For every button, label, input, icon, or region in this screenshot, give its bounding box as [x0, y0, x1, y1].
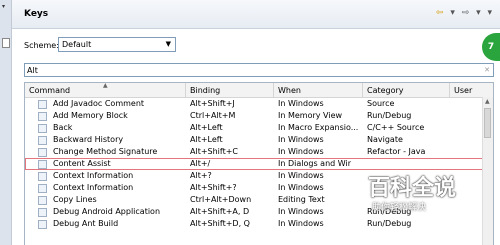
- column-header-binding[interactable]: Binding: [190, 86, 220, 95]
- table-row[interactable]: Change Method Signature Alt+Shift+C In Win…: [25, 146, 485, 158]
- cell-when: In Windows: [278, 171, 324, 180]
- command-icon: [38, 112, 47, 121]
- cell-command: Change Method Signature: [53, 147, 158, 156]
- left-panel-strip: ▾: [0, 0, 12, 245]
- cell-binding: Alt+Shift+?: [190, 183, 237, 192]
- scrollbar-thumb[interactable]: [484, 108, 491, 138]
- cell-when: In Dialogs and Wir: [278, 159, 352, 168]
- cell-binding: Alt+Shift+C: [190, 147, 239, 156]
- column-header-user[interactable]: User: [454, 86, 472, 95]
- cell-category: Source: [367, 99, 395, 108]
- filter-input[interactable]: Alt ✕: [24, 63, 494, 77]
- cell-category: Run/Debug: [367, 219, 412, 228]
- cell-when: In Windows: [278, 147, 324, 156]
- collapse-arrow-icon[interactable]: ▾: [2, 3, 5, 10]
- command-icon: [38, 136, 47, 145]
- cell-command: Context Information: [53, 183, 134, 192]
- cell-when: In Windows: [278, 135, 324, 144]
- cell-command: Debug Ant Build: [53, 219, 119, 228]
- table-header: ▲ Command Binding When Category User: [25, 82, 493, 98]
- table-row[interactable]: Back Alt+Left In Macro Expansio... C/C++ So…: [25, 122, 485, 134]
- cell-command: Backward History: [53, 135, 124, 144]
- cell-when: In Windows: [278, 219, 324, 228]
- cell-category: Refactor - Java: [367, 147, 426, 156]
- cell-when: In Memory View: [278, 111, 343, 120]
- cell-binding: Alt+Shift+J: [190, 99, 235, 108]
- watermark-logo-text: 百科全说: [368, 176, 457, 201]
- command-icon: [38, 220, 47, 229]
- watermark-subtitle: 助你轻松解决: [372, 203, 427, 213]
- command-icon: [38, 208, 47, 217]
- cell-when: Editing Text: [278, 195, 325, 204]
- table-row[interactable]: Content Assist Alt+/ In Dialogs and Wir: [25, 158, 485, 170]
- cell-category: Navigate: [367, 135, 403, 144]
- table-row[interactable]: Debug Ant Build Alt+Shift+D, Q In Windows R…: [25, 218, 485, 230]
- command-icon: [38, 196, 47, 205]
- page-title: Keys: [24, 9, 49, 19]
- sort-indicator-icon: ▲: [103, 82, 108, 89]
- column-header-category[interactable]: Category: [367, 86, 404, 95]
- cell-binding: Alt+Left: [190, 135, 223, 144]
- watermark: 百科全说 助你轻松解决: [360, 170, 500, 215]
- table-row[interactable]: Add Javadoc Comment Alt+Shift+J In Windows…: [25, 98, 485, 110]
- filter-text: Alt: [27, 66, 38, 75]
- command-icon: [38, 172, 47, 181]
- command-icon: [38, 124, 47, 133]
- scheme-label: Scheme:: [24, 41, 59, 50]
- cell-category: C/C++ Source: [367, 123, 425, 132]
- command-icon: [38, 160, 47, 169]
- nav-dropdown-icons[interactable]: ▾ ⇨ ▾ ▾: [450, 8, 494, 18]
- cell-command: Debug Android Application: [53, 207, 161, 216]
- cell-binding: Alt+Shift+A, D: [190, 207, 250, 216]
- cell-category: Run/Debug: [367, 111, 412, 120]
- preferences-header: Keys ⇦ ▾ ⇨ ▾ ▾: [12, 0, 500, 29]
- cell-command: Back: [53, 123, 73, 132]
- cell-when: In Windows: [278, 183, 324, 192]
- scheme-select[interactable]: Default ▼: [58, 37, 176, 52]
- command-icon: [38, 100, 47, 109]
- cell-command: Add Javadoc Comment: [53, 99, 145, 108]
- cell-when: In Macro Expansio...: [278, 123, 358, 132]
- cell-command: Copy Lines: [53, 195, 97, 204]
- cell-binding: Alt+Left: [190, 123, 223, 132]
- scroll-up-icon[interactable]: ▲: [485, 98, 490, 105]
- column-header-command[interactable]: Command: [29, 86, 70, 95]
- cell-when: In Windows: [278, 99, 324, 108]
- cell-binding: Alt+/: [190, 159, 211, 168]
- back-arrow-icon[interactable]: ⇦: [436, 8, 446, 18]
- cell-command: Add Memory Block: [53, 111, 128, 120]
- cell-command: Context Information: [53, 171, 134, 180]
- column-header-when[interactable]: When: [278, 86, 301, 95]
- chevron-down-icon: ▼: [165, 40, 171, 48]
- cell-command: Content Assist: [53, 159, 111, 168]
- cell-binding: Ctrl+Alt+M: [190, 111, 236, 120]
- tree-node-icon[interactable]: [2, 38, 10, 48]
- scheme-value: Default: [62, 40, 92, 49]
- cell-binding: Alt+Shift+D, Q: [190, 219, 250, 228]
- cell-binding: Alt+?: [190, 171, 212, 180]
- cell-when: In Windows: [278, 207, 324, 216]
- clear-filter-icon[interactable]: ✕: [484, 66, 490, 74]
- history-navigation[interactable]: ⇦ ▾ ⇨ ▾ ▾: [436, 8, 494, 18]
- command-icon: [38, 184, 47, 193]
- table-row[interactable]: Add Memory Block Ctrl+Alt+M In Memory View…: [25, 110, 485, 122]
- cell-binding: Ctrl+Alt+Down: [190, 195, 252, 204]
- assist-badge-icon[interactable]: 7: [482, 33, 500, 61]
- keys-table: ▲ Command Binding When Category User Add…: [24, 82, 494, 245]
- command-icon: [38, 148, 47, 157]
- table-row[interactable]: Backward History Alt+Left In Windows Naviga…: [25, 134, 485, 146]
